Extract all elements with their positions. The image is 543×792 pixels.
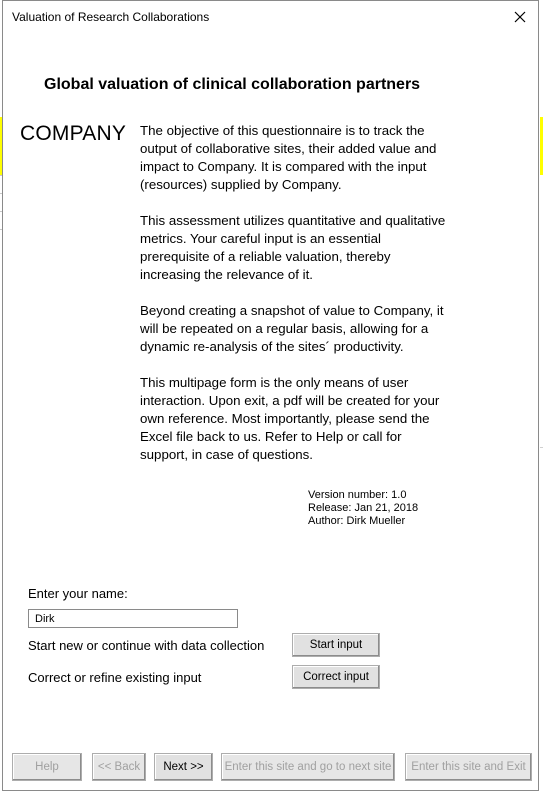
dialog-window: Valuation of Research Collaborations Glo… bbox=[2, 0, 539, 791]
title-bar: Valuation of Research Collaborations bbox=[3, 1, 538, 33]
help-button[interactable]: Help bbox=[12, 753, 82, 781]
enter-next-site-button[interactable]: Enter this site and go to next site bbox=[221, 753, 395, 781]
start-input-button[interactable]: Start input bbox=[292, 633, 380, 657]
page-heading: Global valuation of clinical collaborati… bbox=[44, 76, 421, 93]
name-input[interactable] bbox=[28, 609, 238, 628]
back-button[interactable]: << Back bbox=[92, 753, 146, 781]
intro-paragraph: This multipage form is the only means of… bbox=[140, 375, 440, 462]
author: Author: Dirk Mueller bbox=[308, 515, 406, 527]
version-info: Version number: 1.0 Release: Jan 21, 201… bbox=[308, 489, 418, 528]
intro-paragraph: Beyond creating a snapshot of value to C… bbox=[140, 303, 444, 354]
correct-input-label: Correct or refine existing input bbox=[28, 670, 202, 685]
close-icon bbox=[514, 11, 526, 23]
name-label: Enter your name: bbox=[28, 586, 128, 601]
start-input-label: Start new or continue with data collecti… bbox=[28, 638, 265, 653]
intro-text: The objective of this questionnaire is t… bbox=[140, 122, 450, 482]
release-date: Release: Jan 21, 2018 bbox=[308, 502, 419, 514]
intro-paragraph: The objective of this questionnaire is t… bbox=[140, 123, 437, 192]
company-label: COMPANY bbox=[20, 122, 127, 145]
close-button[interactable] bbox=[508, 5, 532, 29]
window-title: Valuation of Research Collaborations bbox=[12, 10, 210, 24]
enter-exit-button[interactable]: Enter this site and Exit bbox=[405, 753, 532, 781]
correct-input-button[interactable]: Correct input bbox=[292, 665, 380, 689]
next-button[interactable]: Next >> bbox=[154, 753, 213, 781]
intro-paragraph: This assessment utilizes quantitative an… bbox=[140, 213, 446, 282]
version-number: Version number: 1.0 bbox=[308, 489, 407, 501]
